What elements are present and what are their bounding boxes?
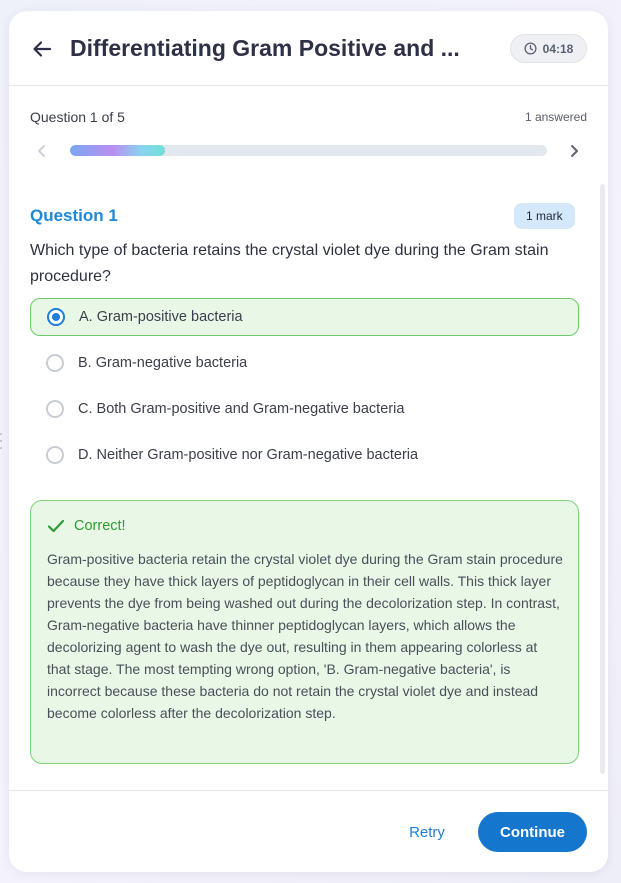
radio-selected[interactable] (47, 308, 65, 326)
answered-count: 1 answered (524, 110, 587, 124)
question-panel: Question 1 1 mark Which type of bacteria… (9, 186, 608, 790)
progress-bar-fill (70, 145, 166, 156)
next-question-button[interactable] (565, 142, 583, 160)
timer-value: 04:18 (542, 41, 574, 56)
arrow-left-icon (33, 41, 52, 57)
quiz-header: Differentiating Gram Positive and ... 04… (9, 11, 608, 86)
option-label: D. Neither Gram-positive nor Gram-negati… (78, 447, 419, 463)
option-c[interactable]: C. Both Gram-positive and Gram-negative … (30, 390, 579, 428)
feedback-panel: Correct! Gram-positive bacteria retain t… (30, 500, 579, 764)
clock-icon (524, 42, 537, 55)
back-button[interactable] (29, 36, 55, 62)
retry-button[interactable]: Retry (397, 813, 457, 851)
question-counter: Question 1 of 5 (30, 109, 125, 125)
timer-badge: 04:18 (510, 34, 587, 63)
chevron-left-icon (38, 145, 45, 157)
previous-question-button[interactable] (33, 142, 51, 160)
option-a[interactable]: A. Gram-positive bacteria (30, 298, 579, 336)
feedback-status: Correct! (74, 518, 126, 534)
radio-unselected[interactable] (46, 400, 64, 418)
option-label: C. Both Gram-positive and Gram-negative … (78, 401, 405, 417)
option-label: A. Gram-positive bacteria (79, 309, 243, 325)
quiz-footer: Retry Continue (9, 790, 608, 872)
quiz-card: Differentiating Gram Positive and ... 04… (9, 11, 608, 872)
question-number: Question 1 (30, 206, 118, 225)
quiz-title: Differentiating Gram Positive and ... (70, 35, 460, 61)
answer-options: A. Gram-positive bacteria B. Gram-negati… (30, 298, 579, 482)
option-d[interactable]: D. Neither Gram-positive nor Gram-negati… (30, 436, 579, 474)
side-drag-handle[interactable] (0, 433, 3, 449)
chevron-right-icon (571, 145, 578, 157)
checkmark-icon (47, 519, 65, 533)
option-label: B. Gram-negative bacteria (78, 355, 248, 371)
radio-unselected[interactable] (46, 446, 64, 464)
question-text: Which type of bacteria retains the cryst… (30, 242, 549, 285)
option-b[interactable]: B. Gram-negative bacteria (30, 344, 579, 382)
mark-badge: 1 mark (514, 203, 575, 229)
radio-unselected[interactable] (46, 354, 64, 372)
continue-button[interactable]: Continue (478, 812, 587, 852)
feedback-header: Correct! (47, 518, 126, 534)
progress-bar (70, 145, 547, 156)
feedback-explanation: Gram-positive bacteria retain the crysta… (47, 551, 563, 721)
